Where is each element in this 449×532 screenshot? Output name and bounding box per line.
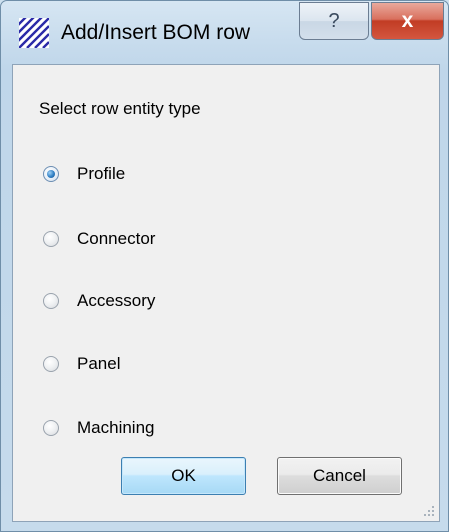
radio-label-panel[interactable]: Panel: [77, 354, 120, 374]
radio-button-connector[interactable]: [43, 231, 59, 247]
radio-option-accessory[interactable]: Accessory: [43, 287, 155, 315]
radio-button-panel[interactable]: [43, 356, 59, 372]
ok-button[interactable]: OK: [121, 457, 246, 495]
dialog-window: Add/Insert BOM row ? x Select row entity…: [0, 0, 449, 532]
radio-label-connector[interactable]: Connector: [77, 229, 155, 249]
close-icon: x: [401, 9, 414, 32]
radio-selected-dot: [47, 170, 55, 178]
radio-option-profile[interactable]: Profile: [43, 160, 125, 188]
app-icon: [19, 18, 49, 48]
radio-button-machining[interactable]: [43, 420, 59, 436]
radio-option-connector[interactable]: Connector: [43, 225, 155, 253]
radio-option-panel[interactable]: Panel: [43, 350, 120, 378]
radio-button-profile[interactable]: [43, 166, 59, 182]
prompt-label: Select row entity type: [39, 99, 201, 118]
close-button[interactable]: x: [371, 2, 444, 40]
help-icon: ?: [328, 9, 340, 32]
resize-grip-icon[interactable]: [423, 505, 435, 517]
help-button[interactable]: ?: [299, 2, 369, 40]
title-bar[interactable]: Add/Insert BOM row ? x: [1, 1, 448, 63]
radio-label-machining[interactable]: Machining: [77, 418, 155, 438]
radio-option-machining[interactable]: Machining: [43, 414, 155, 442]
radio-label-profile[interactable]: Profile: [77, 164, 125, 184]
radio-button-accessory[interactable]: [43, 293, 59, 309]
radio-label-accessory[interactable]: Accessory: [77, 291, 155, 311]
cancel-button[interactable]: Cancel: [277, 457, 402, 495]
dialog-body: Select row entity type Profile Connector…: [12, 64, 440, 522]
window-title: Add/Insert BOM row: [61, 21, 251, 44]
